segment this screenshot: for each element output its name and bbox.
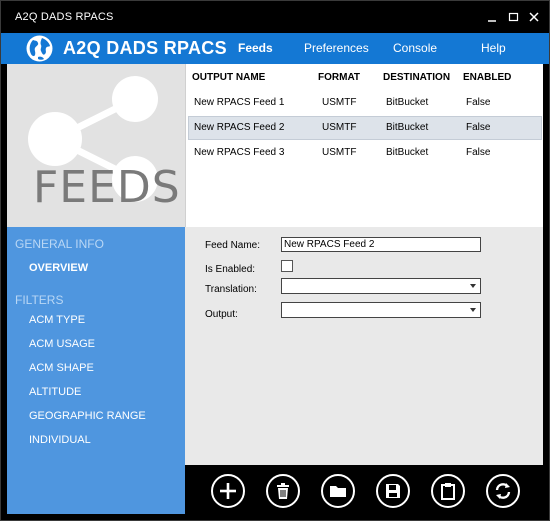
section-general-info: GENERAL INFO — [15, 237, 104, 251]
delete-button[interactable] — [266, 474, 300, 508]
cell-destination: BitBucket — [386, 122, 429, 133]
action-toolbar — [185, 465, 543, 514]
hero-label: FEEDS — [33, 162, 181, 213]
globe-logo-icon — [26, 35, 53, 62]
cell-enabled: False — [466, 122, 491, 133]
refresh-icon — [495, 483, 511, 499]
output-select[interactable] — [281, 302, 481, 318]
sidebar-item-altitude[interactable]: ALTITUDE — [29, 386, 81, 398]
window-title: A2Q DADS RPACS — [15, 11, 114, 23]
chevron-down-icon — [470, 284, 476, 288]
sidebar-item-individual[interactable]: INDIVIDUAL — [29, 434, 91, 446]
chevron-down-icon — [470, 308, 476, 312]
feed-name-field[interactable]: New RPACS Feed 2 — [281, 237, 481, 252]
close-icon[interactable] — [527, 9, 543, 25]
paste-button[interactable] — [431, 474, 465, 508]
cell-output-name: New RPACS Feed 2 — [194, 122, 285, 133]
clipboard-icon — [441, 483, 455, 500]
feeds-table: OUTPUT NAME FORMAT DESTINATION ENABLED N… — [185, 64, 543, 227]
cell-destination: BitBucket — [386, 97, 429, 108]
cell-format: USMTF — [322, 97, 357, 108]
cell-enabled: False — [466, 147, 491, 158]
cell-format: USMTF — [322, 122, 357, 133]
cell-output-name: New RPACS Feed 3 — [194, 147, 285, 158]
nav-help[interactable]: Help — [481, 41, 506, 55]
app-header: A2Q DADS RPACS Feeds Preferences Console… — [1, 33, 549, 64]
maximize-icon[interactable] — [506, 9, 522, 25]
feed-detail-form: Feed Name: New RPACS Feed 2 Is Enabled: … — [185, 227, 543, 465]
nav-preferences[interactable]: Preferences — [304, 41, 369, 55]
sidebar-item-acm-usage[interactable]: ACM USAGE — [29, 338, 95, 350]
cell-destination: BitBucket — [386, 147, 429, 158]
title-bar: A2Q DADS RPACS — [1, 1, 549, 33]
sidebar: GENERAL INFO OVERVIEW FILTERS ACM TYPE A… — [7, 227, 185, 514]
nav-console[interactable]: Console — [393, 41, 437, 55]
folder-icon — [330, 486, 346, 497]
translation-label: Translation: — [205, 284, 257, 295]
cell-format: USMTF — [322, 147, 357, 158]
table-row[interactable]: New RPACS Feed 3 USMTF BitBucket False — [188, 141, 542, 165]
column-header-enabled[interactable]: ENABLED — [463, 72, 511, 83]
add-icon — [220, 483, 236, 499]
save-button[interactable] — [376, 474, 410, 508]
feeds-hero: FEEDS — [7, 64, 185, 227]
nav-feeds[interactable]: Feeds — [238, 41, 273, 55]
table-row-selected[interactable]: New RPACS Feed 2 USMTF BitBucket False — [188, 116, 542, 140]
is-enabled-checkbox[interactable] — [281, 260, 293, 272]
is-enabled-label: Is Enabled: — [205, 264, 256, 275]
sidebar-item-geographic-range[interactable]: GEOGRAPHIC RANGE — [29, 410, 146, 422]
open-button[interactable] — [321, 474, 355, 508]
sidebar-item-overview[interactable]: OVERVIEW — [29, 262, 88, 274]
feed-name-label: Feed Name: — [205, 240, 261, 251]
cell-enabled: False — [466, 97, 491, 108]
app-name: A2Q DADS RPACS — [63, 38, 227, 58]
translation-select[interactable] — [281, 278, 481, 294]
delete-icon — [277, 483, 289, 499]
add-button[interactable] — [211, 474, 245, 508]
sidebar-item-acm-type[interactable]: ACM TYPE — [29, 314, 85, 326]
table-row[interactable]: New RPACS Feed 1 USMTF BitBucket False — [188, 91, 542, 115]
cell-output-name: New RPACS Feed 1 — [194, 97, 285, 108]
section-filters: FILTERS — [15, 293, 64, 307]
minimize-icon[interactable] — [485, 9, 501, 25]
sidebar-item-acm-shape[interactable]: ACM SHAPE — [29, 362, 94, 374]
column-header-output-name[interactable]: OUTPUT NAME — [192, 72, 265, 83]
save-icon — [386, 484, 400, 498]
column-header-format[interactable]: FORMAT — [318, 72, 360, 83]
app-window: A2Q DADS RPACS A2Q DADS RPACS Feeds Pref… — [0, 0, 550, 521]
output-label: Output: — [205, 309, 238, 320]
column-header-destination[interactable]: DESTINATION — [383, 72, 450, 83]
refresh-button[interactable] — [486, 474, 520, 508]
